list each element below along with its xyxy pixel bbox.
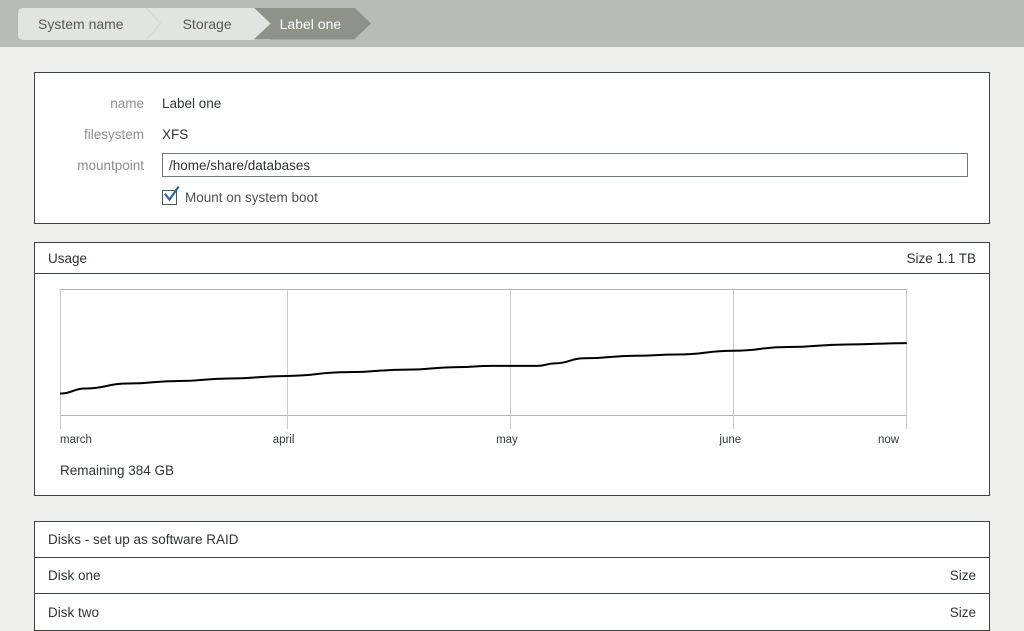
usage-panel: Usage Size 1.1 TB march april may june now R… <box>34 242 990 496</box>
breadcrumb-item-storage[interactable]: Storage <box>162 7 254 40</box>
breadcrumb-item-system-name[interactable]: System name <box>18 7 146 40</box>
breadcrumb-item-label-one[interactable]: Label one <box>254 8 372 40</box>
chart-plot-area <box>60 289 949 432</box>
name-value: Label one <box>162 95 222 111</box>
filesystem-value: XFS <box>162 126 189 142</box>
breadcrumb-label: Label one <box>279 15 342 32</box>
disks-header-label: Disks - set up as software RAID <box>48 532 239 547</box>
usage-title: Usage <box>48 250 88 266</box>
disks-panel-header: Disks - set up as software RAID <box>35 522 989 558</box>
remaining-capacity-label: Remaining 384 GB <box>60 463 175 478</box>
breadcrumb-label: System name <box>38 15 124 32</box>
breadcrumb-label: Storage <box>182 15 232 32</box>
usage-panel-header: Usage Size 1.1 TB <box>35 243 989 274</box>
mountpoint-label: mountpoint <box>77 157 144 173</box>
chart-x-tick-label: may <box>496 434 518 446</box>
disk-name: Disk one <box>48 568 101 583</box>
mountpoint-input[interactable] <box>162 153 968 177</box>
name-row: name Label one <box>35 89 968 117</box>
breadcrumb-separator-icon <box>145 7 163 40</box>
mount-on-boot-label: Mount on system boot <box>185 190 318 205</box>
usage-size-value: Size 1.1 TB <box>906 250 976 266</box>
table-row[interactable]: Disk two Size <box>35 594 989 630</box>
chart-x-axis-labels: march april may june now <box>60 434 949 454</box>
disks-panel: Disks - set up as software RAID Disk one… <box>34 521 990 631</box>
volume-details-panel: name Label one filesystem XFS mountpoint… <box>34 72 990 224</box>
disk-name: Disk two <box>48 604 100 620</box>
page-content: name Label one filesystem XFS mountpoint… <box>0 72 1024 631</box>
filesystem-label: filesystem <box>83 126 144 142</box>
top-bar: System name Storage Label one <box>0 0 1024 47</box>
chart-x-tick-label: june <box>719 434 742 446</box>
mountpoint-row: mountpoint <box>35 151 968 179</box>
checkmark-icon <box>163 185 180 202</box>
filesystem-row: filesystem XFS <box>35 120 968 148</box>
usage-line-chart <box>60 289 907 429</box>
mount-on-boot-row[interactable]: Mount on system boot <box>35 185 968 205</box>
chart-x-tick-label: april <box>272 434 295 446</box>
table-row[interactable]: Disk one Size <box>35 558 989 594</box>
usage-chart: march april may june now <box>35 274 989 454</box>
mount-on-boot-checkbox[interactable] <box>162 185 180 205</box>
name-label: name <box>110 95 144 111</box>
chart-x-tick-label: now <box>878 434 900 446</box>
chart-x-tick-label: march <box>60 434 92 446</box>
disk-size: Size <box>949 604 976 620</box>
disk-size: Size <box>949 568 976 583</box>
breadcrumb: System name Storage Label one <box>18 7 372 40</box>
